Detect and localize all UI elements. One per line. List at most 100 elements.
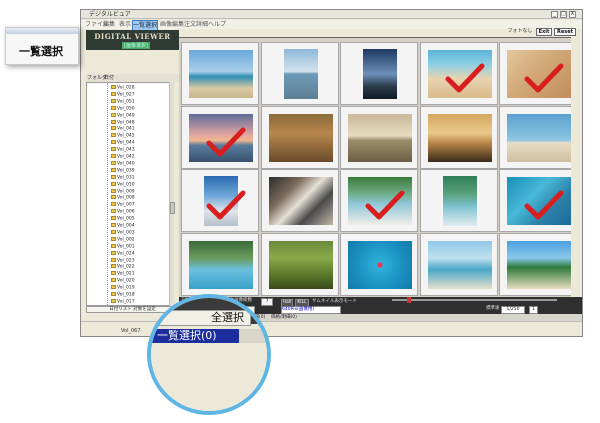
- exit-button[interactable]: Exit: [536, 28, 552, 36]
- thumbnail-photo[interactable]: [507, 177, 571, 225]
- folder-item[interactable]: Vol_044: [111, 140, 135, 146]
- folder-item[interactable]: Vol_043: [111, 147, 135, 153]
- folder-item[interactable]: Vol_006: [111, 209, 135, 215]
- folder-item[interactable]: Vol_041: [111, 126, 135, 132]
- thumbnail-cell[interactable]: [181, 232, 259, 296]
- thumbnail-photo[interactable]: [442, 176, 477, 226]
- folder-tree: Vol_028 Vol_027 Vol_051 Vol_050 Vol_049 Vol_0…: [86, 82, 174, 306]
- folder-item[interactable]: Vol_042: [111, 154, 135, 160]
- folder-item[interactable]: Vol_040: [111, 160, 135, 166]
- speed-select[interactable]: 1/250: [501, 306, 525, 314]
- thumbnail-cell[interactable]: [181, 169, 259, 232]
- folder-item[interactable]: Vol_031: [111, 174, 135, 180]
- thumbnail-photo[interactable]: [363, 49, 397, 99]
- tab-price-detail[interactable]: 価格/明細(0): [271, 314, 297, 321]
- folder-item[interactable]: Vol_010: [111, 181, 135, 187]
- thumbnail-cell[interactable]: [260, 105, 339, 169]
- tree-scrollbar[interactable]: [169, 82, 175, 306]
- folder-item[interactable]: Vol_007: [111, 202, 135, 208]
- menu-help[interactable]: ヘルプ: [208, 20, 226, 29]
- folder-item[interactable]: Vol_049: [111, 112, 135, 118]
- thumbnail-cell[interactable]: [419, 169, 498, 232]
- thumbnail-photo[interactable]: [189, 113, 253, 162]
- folder-item[interactable]: Vol_001: [111, 243, 135, 249]
- folder-item[interactable]: Vol_004: [111, 223, 135, 229]
- size-slider-thumb[interactable]: [407, 297, 411, 303]
- folder-item[interactable]: Vol_005: [111, 216, 135, 222]
- folder-item[interactable]: Vol_048: [111, 119, 135, 125]
- folder-item[interactable]: Vol_018: [111, 292, 135, 298]
- folder-item[interactable]: Vol_050: [111, 105, 135, 111]
- thumbnail-cell[interactable]: [419, 42, 498, 105]
- thumbnail-photo[interactable]: [348, 240, 412, 289]
- folder-item[interactable]: Vol_019: [111, 285, 135, 291]
- menu-image-edit[interactable]: 画像編集: [160, 20, 184, 29]
- folder-item[interactable]: Vol_045: [111, 133, 135, 139]
- thumbnail-cell[interactable]: [340, 232, 418, 296]
- maximize-button[interactable]: □: [560, 11, 567, 18]
- thumbnail-cell[interactable]: [499, 105, 571, 169]
- thumbnail-cell[interactable]: [419, 105, 498, 169]
- thumbnail-photo[interactable]: [189, 240, 253, 289]
- zoom-select-all[interactable]: 全選択: [159, 310, 251, 326]
- folder-item[interactable]: Vol_020: [111, 278, 135, 284]
- folder-item[interactable]: Vol_017: [111, 298, 135, 304]
- right-scroll-panel[interactable]: [573, 30, 582, 300]
- thumbnail-cell[interactable]: [499, 42, 571, 105]
- folder-item[interactable]: Vol_028: [111, 85, 135, 91]
- thumbnail-photo[interactable]: [268, 113, 333, 162]
- thumbnail-cell[interactable]: [260, 169, 339, 232]
- folder-item[interactable]: Vol_039: [111, 167, 135, 174]
- menu-view[interactable]: 表示: [119, 20, 131, 29]
- thumbnail-cell[interactable]: [419, 232, 498, 296]
- folder-item[interactable]: Vol_024: [111, 250, 135, 256]
- thumbnail-photo[interactable]: [427, 113, 492, 162]
- thumb-size-select[interactable]: 640Pix(画像用): [281, 306, 341, 314]
- minimize-button[interactable]: _: [551, 11, 558, 18]
- thumbnail-cell[interactable]: [340, 42, 418, 105]
- thumbnail-photo[interactable]: [507, 113, 571, 162]
- folder-label: Vol_039: [117, 168, 135, 174]
- thumbnail-photo[interactable]: [268, 240, 333, 289]
- folder-item[interactable]: Vol_008: [111, 195, 135, 201]
- folder-icon: [111, 133, 116, 138]
- thumbnail-cell[interactable]: [499, 169, 571, 232]
- thumbnail-photo[interactable]: [204, 176, 238, 226]
- zoom-tab-list-select[interactable]: 一覧選択(0): [151, 329, 239, 343]
- folder-item[interactable]: Vol_021: [111, 271, 135, 277]
- folder-item[interactable]: Vol_027: [111, 91, 135, 97]
- menu-order-detail[interactable]: 注文詳細: [184, 20, 208, 29]
- folder-item[interactable]: Vol_022: [111, 264, 135, 270]
- thumbnail-cell[interactable]: [340, 105, 418, 169]
- thumbnail-cell[interactable]: [260, 42, 339, 105]
- close-button[interactable]: X: [569, 11, 576, 18]
- menu-edit[interactable]: 編集: [103, 20, 115, 29]
- thumbnail-photo[interactable]: [427, 50, 492, 98]
- size-slider-track[interactable]: [392, 299, 557, 301]
- thumbnail-photo[interactable]: [283, 49, 318, 99]
- speed-label: 標準速: [486, 306, 500, 311]
- thumbnail-cell[interactable]: [260, 232, 339, 296]
- thumbnail-photo[interactable]: [427, 240, 492, 289]
- folder-item[interactable]: Vol_023: [111, 257, 135, 263]
- thumbnail-cell[interactable]: [340, 169, 418, 232]
- folder-item[interactable]: Vol_002: [111, 236, 135, 242]
- scroll-thumb[interactable]: [170, 202, 175, 214]
- folder-item[interactable]: Vol_009: [111, 188, 135, 194]
- thumbnail-photo[interactable]: [189, 50, 253, 98]
- thumbnail-photo[interactable]: [507, 50, 571, 98]
- reset-button[interactable]: Reset: [554, 28, 576, 36]
- thumbnail-photo[interactable]: [268, 177, 333, 225]
- folder-item[interactable]: Vol_003: [111, 229, 135, 235]
- folder-label: Vol_020: [117, 278, 135, 284]
- tab-date[interactable]: 日付: [104, 74, 114, 82]
- thumbnail-cell[interactable]: [499, 232, 571, 296]
- page-value[interactable]: 1: [529, 306, 538, 314]
- folder-icon: [111, 243, 116, 248]
- folder-item[interactable]: Vol_051: [111, 98, 135, 104]
- thumbnail-photo[interactable]: [348, 177, 412, 225]
- thumbnail-cell[interactable]: [181, 105, 259, 169]
- thumbnail-cell[interactable]: [181, 42, 259, 105]
- thumbnail-photo[interactable]: [507, 240, 571, 289]
- thumbnail-photo[interactable]: [348, 113, 412, 162]
